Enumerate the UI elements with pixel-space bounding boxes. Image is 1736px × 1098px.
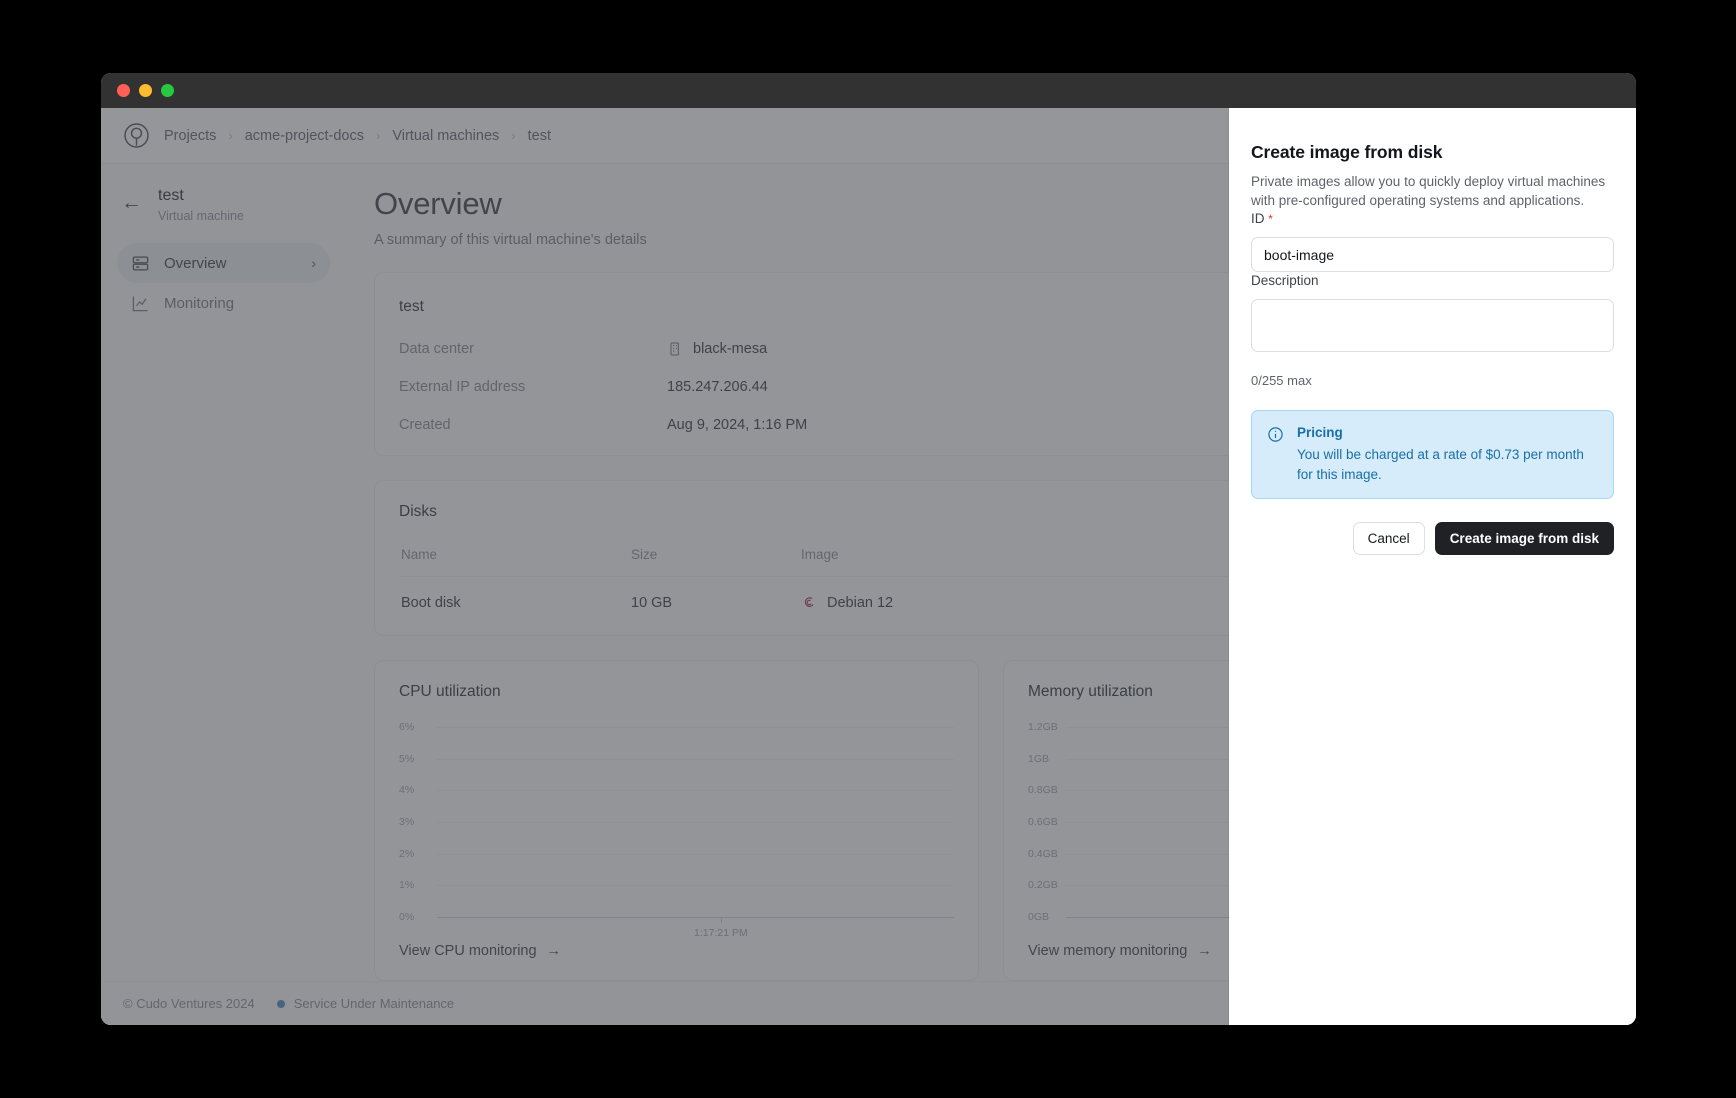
y-tick-label: 6% xyxy=(399,721,415,733)
chart-line-icon xyxy=(131,294,150,313)
sidebar: ← test Virtual machine Overview › Monito… xyxy=(101,164,346,1025)
sidebar-item-label: Overview xyxy=(164,254,227,272)
sidebar-item-label: Monitoring xyxy=(164,294,235,312)
y-tick-label: 1.2GB xyxy=(1028,721,1058,733)
create-image-from-disk-button[interactable]: Create image from disk xyxy=(1434,522,1614,556)
drawer-description: Private images allow you to quickly depl… xyxy=(1251,174,1606,209)
breadcrumb-separator-icon: › xyxy=(228,128,233,143)
pricing-info-banner: Pricing You will be charged at a rate of… xyxy=(1251,410,1614,500)
link-label: View memory monitoring xyxy=(1028,943,1188,959)
cpu-utilization-card: CPU utilization 6% 5% 4% 3% 2% 1% 0% 1:1… xyxy=(374,660,979,981)
screen: Projects › acme-project-docs › Virtual m… xyxy=(0,0,1736,1098)
y-tick-label: 2% xyxy=(399,847,415,860)
gridline xyxy=(437,758,954,760)
x-axis-line xyxy=(437,917,954,918)
y-tick-label: 0.6GB xyxy=(1028,816,1058,828)
sidebar-item-monitoring[interactable]: Monitoring xyxy=(117,283,330,323)
y-tick-label: 1% xyxy=(399,879,415,892)
arrow-right-icon: → xyxy=(546,943,562,959)
summary-card-title: test xyxy=(399,298,424,315)
drawer-actions: Cancel Create image from disk xyxy=(1251,522,1614,556)
gridline xyxy=(437,790,954,792)
minimize-window-button[interactable] xyxy=(139,84,152,97)
disk-size: 10 GB xyxy=(631,594,673,611)
maximize-window-button[interactable] xyxy=(161,84,174,97)
summary-value-text: 185.247.206.44 xyxy=(667,379,768,395)
breadcrumb-item-projects[interactable]: Projects xyxy=(164,128,216,144)
summary-value: black-mesa xyxy=(667,341,767,357)
column-header-name: Name xyxy=(401,547,438,562)
chevron-right-icon: › xyxy=(311,255,316,271)
view-memory-monitoring-link[interactable]: View memory monitoring → xyxy=(1028,943,1212,959)
view-cpu-monitoring-link[interactable]: View CPU monitoring → xyxy=(399,943,561,959)
gridline xyxy=(437,885,954,887)
description-field-label: Description xyxy=(1251,273,1319,289)
back-arrow-icon[interactable]: ← xyxy=(121,192,142,213)
required-asterisk-icon: * xyxy=(1268,212,1273,227)
x-tick-label: 1:17:21 PM xyxy=(694,927,748,939)
breadcrumb-item-virtual-machines[interactable]: Virtual machines xyxy=(392,128,499,144)
description-input[interactable] xyxy=(1251,299,1614,353)
debian-icon xyxy=(804,597,814,607)
sidebar-header: ← test Virtual machine xyxy=(117,186,330,223)
summary-value-text: black-mesa xyxy=(693,341,768,357)
datacenter-icon xyxy=(670,342,679,356)
id-label-text: ID xyxy=(1251,211,1265,227)
breadcrumb-item-current[interactable]: test xyxy=(528,128,551,144)
y-tick-label: 0GB xyxy=(1028,911,1050,923)
y-tick-label: 0% xyxy=(399,911,415,923)
disk-image-label: Debian 12 xyxy=(827,594,894,611)
service-status: Service Under Maintenance xyxy=(276,996,455,1011)
gridline xyxy=(437,853,954,855)
breadcrumb-item-project[interactable]: acme-project-docs xyxy=(245,128,364,144)
cpu-chart-title: CPU utilization xyxy=(399,683,501,700)
y-tick-label: 0.2GB xyxy=(1028,879,1058,892)
summary-key: Created xyxy=(399,417,451,433)
pricing-body: You will be charged at a rate of $0.73 p… xyxy=(1297,447,1584,482)
y-tick-label: 5% xyxy=(399,752,415,765)
y-tick-label: 1GB xyxy=(1028,752,1050,765)
y-tick-label: 0.8GB xyxy=(1028,784,1058,797)
arrow-right-icon: → xyxy=(1197,943,1212,959)
breadcrumb-separator-icon: › xyxy=(376,128,381,143)
server-icon xyxy=(131,254,150,273)
gridline xyxy=(437,727,954,728)
x-tick xyxy=(720,917,722,923)
breadcrumb-separator-icon: › xyxy=(511,128,516,143)
y-tick-label: 3% xyxy=(399,816,415,828)
cudo-logo-icon[interactable] xyxy=(123,122,150,149)
close-window-button[interactable] xyxy=(117,84,130,97)
id-input[interactable] xyxy=(1251,237,1614,273)
info-circle-icon xyxy=(1267,426,1284,484)
service-status-label: Service Under Maintenance xyxy=(293,996,455,1011)
drawer-title: Create image from disk xyxy=(1251,142,1443,162)
character-counter: 0/255 max xyxy=(1251,373,1312,389)
link-label: View CPU monitoring xyxy=(399,943,537,959)
summary-key: External IP address xyxy=(399,379,526,395)
sidebar-item-overview[interactable]: Overview › xyxy=(117,243,330,283)
disk-name: Boot disk xyxy=(401,594,461,611)
pricing-title: Pricing xyxy=(1297,425,1343,441)
window-titlebar xyxy=(101,73,1636,108)
browser-window: Projects › acme-project-docs › Virtual m… xyxy=(101,73,1636,1025)
sidebar-vm-type: Virtual machine xyxy=(158,209,244,223)
create-image-drawer: Create image from disk Private images al… xyxy=(1229,108,1636,1025)
footer-copyright: © Cudo Ventures 2024 xyxy=(123,996,255,1011)
cancel-button[interactable]: Cancel xyxy=(1352,522,1425,556)
id-field-label: ID * xyxy=(1251,211,1273,226)
gridline xyxy=(437,822,954,823)
y-tick-label: 4% xyxy=(399,784,415,797)
summary-value-text: Aug 9, 2024, 1:16 PM xyxy=(667,417,808,433)
y-tick-label: 0.4GB xyxy=(1028,847,1058,860)
breadcrumb: Projects › acme-project-docs › Virtual m… xyxy=(164,128,551,144)
cpu-chart-plot: 6% 5% 4% 3% 2% 1% 0% 1:17:21 PM xyxy=(399,721,954,939)
summary-key: Data center xyxy=(399,341,474,357)
service-status-dot-icon xyxy=(276,999,285,1008)
sidebar-vm-name: test xyxy=(158,187,184,204)
column-header-size: Size xyxy=(631,547,658,562)
